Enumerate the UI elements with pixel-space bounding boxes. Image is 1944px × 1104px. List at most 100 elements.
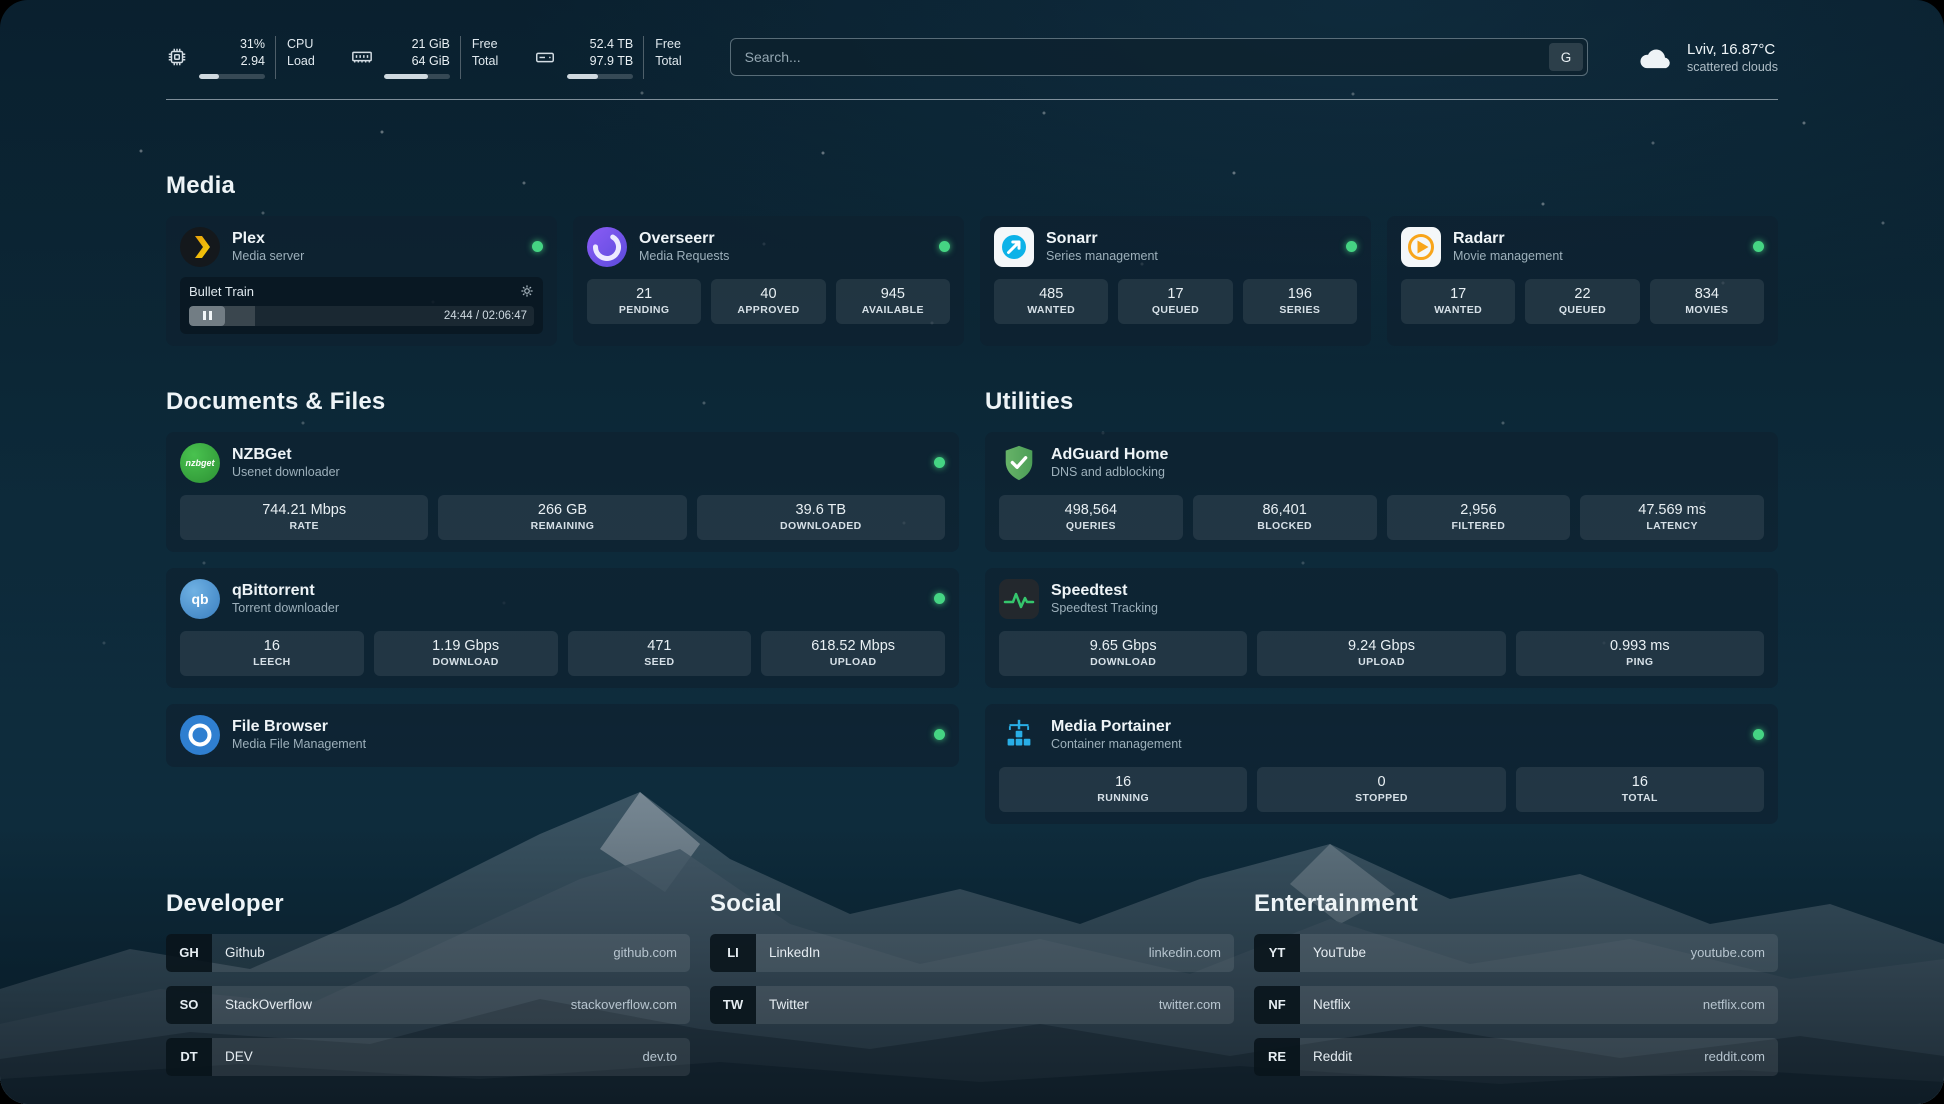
media-card-grid: Plex Media server Bullet Train <box>166 216 1778 346</box>
bookmark-url: linkedin.com <box>1149 945 1221 960</box>
documents-column: Documents & Files nzbget NZBGet Usenet d… <box>166 388 959 824</box>
portainer-icon <box>999 715 1039 755</box>
radarr-icon <box>1401 227 1441 267</box>
bookmarks-section: Developer GH Github github.com SO StackO… <box>166 890 1778 1076</box>
stars-decoration <box>0 0 2 2</box>
service-name: Overseerr <box>639 230 729 248</box>
overseerr-card-header: Overseerr Media Requests <box>587 227 950 267</box>
stat-label: LEECH <box>184 656 360 668</box>
nzbget-card-header: nzbget NZBGet Usenet downloader <box>180 443 945 483</box>
cpu-load-label: Load <box>287 53 315 70</box>
bookmark-dev[interactable]: DT DEV dev.to <box>166 1038 690 1076</box>
bookmark-name: DEV <box>225 1049 253 1064</box>
stat-label: UPLOAD <box>765 656 941 668</box>
stat-value: 17 <box>1122 286 1228 302</box>
plex-card-header: Plex Media server <box>180 227 543 267</box>
bookmark-url: dev.to <box>643 1049 677 1064</box>
stat-label: BLOCKED <box>1197 520 1373 532</box>
stat-label: REMAINING <box>442 520 682 532</box>
stat-tile: 1.19 Gbps DOWNLOAD <box>374 631 558 676</box>
bookmark-youtube[interactable]: YT YouTube youtube.com <box>1254 934 1778 972</box>
overseerr-stats: 21 PENDING 40 APPROVED 945 AVAILABLE <box>587 279 950 324</box>
service-subtitle: Movie management <box>1453 249 1563 263</box>
stat-tile: 2,956 FILTERED <box>1387 495 1571 540</box>
disk-icon <box>534 46 556 68</box>
section-title-media: Media <box>166 172 1778 200</box>
status-dot <box>934 457 945 468</box>
stat-value: 0 <box>1261 774 1501 790</box>
bookmark-linkedin[interactable]: LI LinkedIn linkedin.com <box>710 934 1234 972</box>
plex-icon <box>180 227 220 267</box>
bookmark-github[interactable]: GH Github github.com <box>166 934 690 972</box>
bookmark-abbr: DT <box>166 1038 212 1076</box>
stat-value: 9.65 Gbps <box>1003 638 1243 654</box>
section-title-developer: Developer <box>166 890 690 918</box>
service-name: AdGuard Home <box>1051 446 1168 464</box>
bookmark-name: YouTube <box>1313 945 1366 960</box>
service-subtitle: Torrent downloader <box>232 601 339 615</box>
stat-value: 498,564 <box>1003 502 1179 518</box>
section-title-social: Social <box>710 890 1234 918</box>
disk-total-label: Total <box>655 53 681 70</box>
gear-icon[interactable] <box>520 284 534 298</box>
bookmark-abbr: TW <box>710 986 756 1024</box>
filebrowser-card[interactable]: File Browser Media File Management <box>166 704 959 767</box>
stat-value: 16 <box>1520 774 1760 790</box>
bookmark-stackoverflow[interactable]: SO StackOverflow stackoverflow.com <box>166 986 690 1024</box>
weather-location: Lviv, 16.87°C <box>1687 41 1778 58</box>
plex-card[interactable]: Plex Media server Bullet Train <box>166 216 557 346</box>
ram-free-value: 21 GiB <box>412 36 450 53</box>
search-input[interactable] <box>730 38 1588 76</box>
stat-value: 2,956 <box>1391 502 1567 518</box>
stat-label: WANTED <box>998 304 1104 316</box>
radarr-card-header: Radarr Movie management <box>1401 227 1764 267</box>
stat-tile: 9.65 Gbps DOWNLOAD <box>999 631 1247 676</box>
nzbget-card[interactable]: nzbget NZBGet Usenet downloader 744.21 M… <box>166 432 959 552</box>
radarr-card[interactable]: Radarr Movie management 17 WANTED 22 QUE… <box>1387 216 1778 346</box>
sonarr-icon <box>994 227 1034 267</box>
stat-label: QUEUED <box>1529 304 1635 316</box>
service-name: Media Portainer <box>1051 718 1182 736</box>
adguard-card[interactable]: AdGuard Home DNS and adblocking 498,564 … <box>985 432 1778 552</box>
bookmark-name: LinkedIn <box>769 945 820 960</box>
sonarr-card[interactable]: Sonarr Series management 485 WANTED 17 Q… <box>980 216 1371 346</box>
status-dot <box>1346 241 1357 252</box>
cpu-icon <box>166 46 188 68</box>
overseerr-card[interactable]: Overseerr Media Requests 21 PENDING 40 A… <box>573 216 964 346</box>
bookmark-twitter[interactable]: TW Twitter twitter.com <box>710 986 1234 1024</box>
pause-button[interactable] <box>189 306 225 326</box>
bookmark-reddit[interactable]: RE Reddit reddit.com <box>1254 1038 1778 1076</box>
stat-tile: 498,564 QUERIES <box>999 495 1183 540</box>
cpu-percent: 31% <box>240 36 265 53</box>
service-name: NZBGet <box>232 446 340 464</box>
status-dot <box>939 241 950 252</box>
stat-label: TOTAL <box>1520 792 1760 804</box>
stat-value: 21 <box>591 286 697 302</box>
stat-label: PENDING <box>591 304 697 316</box>
bookmark-netflix[interactable]: NF Netflix netflix.com <box>1254 986 1778 1024</box>
bookmark-url: stackoverflow.com <box>571 997 677 1012</box>
stat-value: 744.21 Mbps <box>184 502 424 518</box>
service-subtitle: DNS and adblocking <box>1051 465 1168 479</box>
stat-tile: 485 WANTED <box>994 279 1108 324</box>
cpu-load-value: 2.94 <box>241 53 265 70</box>
playback-progress-bar[interactable]: 24:44 / 02:06:47 <box>189 306 534 326</box>
adguard-icon <box>999 443 1039 483</box>
bookmark-url: github.com <box>613 945 677 960</box>
service-name: Sonarr <box>1046 230 1158 248</box>
service-subtitle: Container management <box>1051 737 1182 751</box>
speedtest-card[interactable]: Speedtest Speedtest Tracking 9.65 Gbps D… <box>985 568 1778 688</box>
stat-value: 266 GB <box>442 502 682 518</box>
stat-value: 0.993 ms <box>1520 638 1760 654</box>
disk-labels: Free Total <box>655 36 681 70</box>
stat-label: RUNNING <box>1003 792 1243 804</box>
qbittorrent-stats: 16 LEECH 1.19 Gbps DOWNLOAD 471 SEED <box>180 631 945 676</box>
qbittorrent-card[interactable]: qb qBittorrent Torrent downloader 16 <box>166 568 959 688</box>
portainer-card[interactable]: Media Portainer Container management 16 … <box>985 704 1778 824</box>
stat-value: 47.569 ms <box>1584 502 1760 518</box>
disk-values: 52.4 TB 97.9 TB <box>567 36 644 79</box>
search-provider-button[interactable]: G <box>1549 43 1583 71</box>
qbittorrent-icon: qb <box>180 579 220 619</box>
stat-label: UPLOAD <box>1261 656 1501 668</box>
bookmark-group-social: Social LI LinkedIn linkedin.com TW Twitt… <box>710 890 1234 1076</box>
